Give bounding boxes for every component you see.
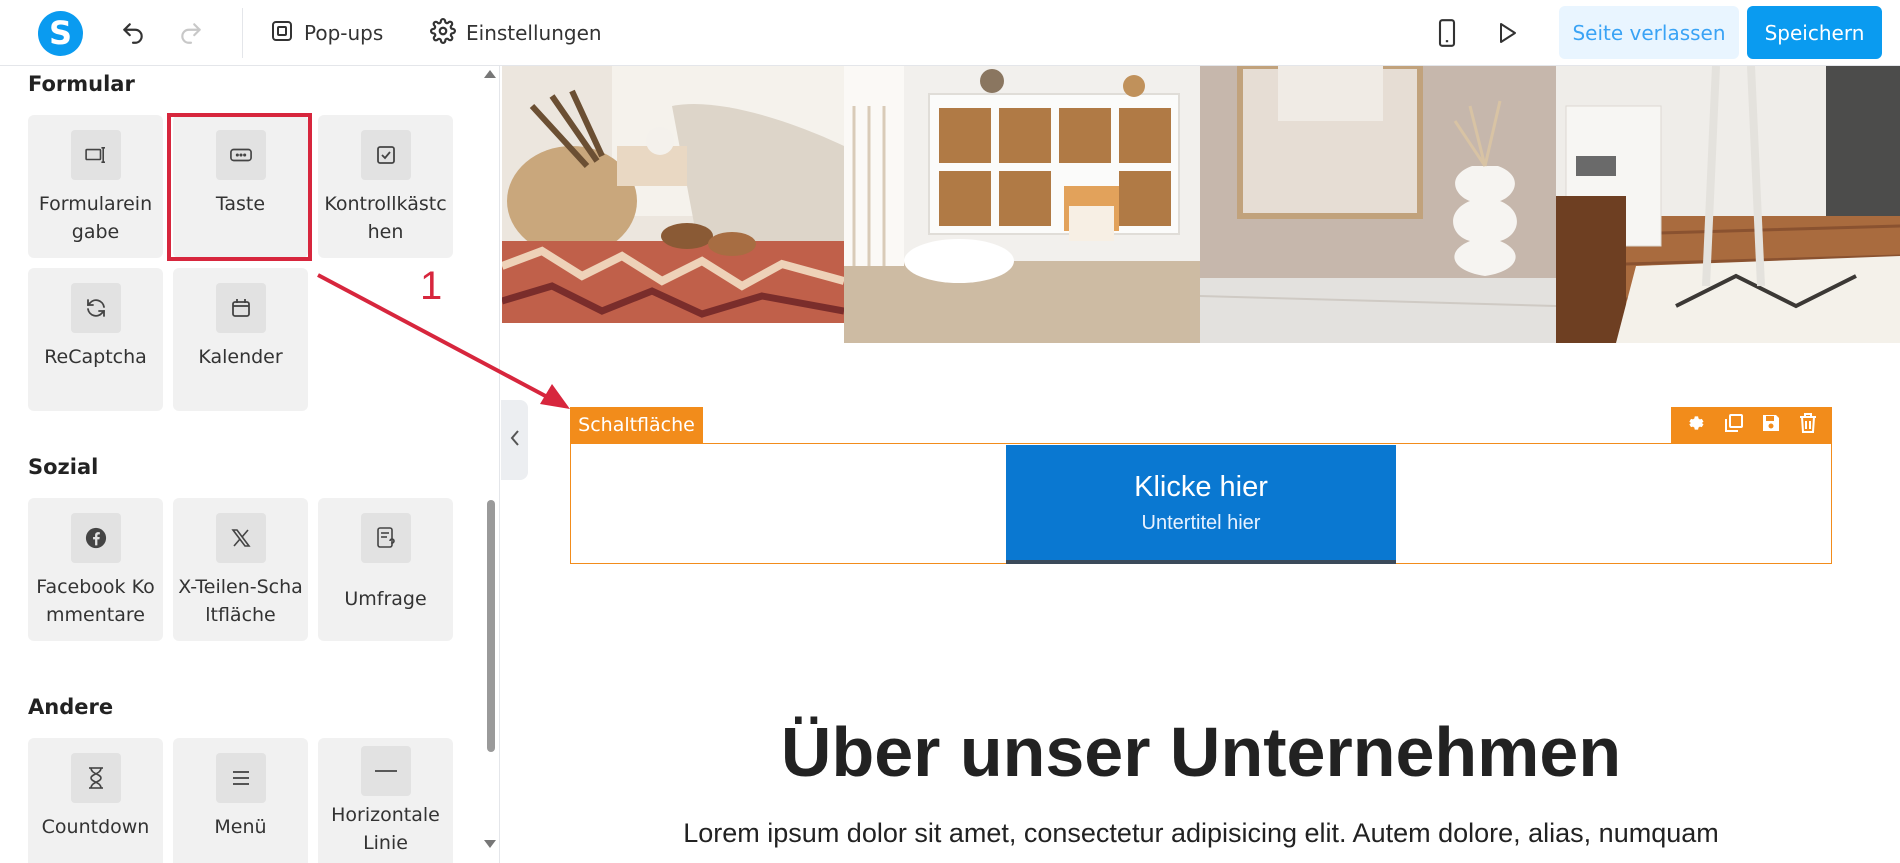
- annotation-arrow: [317, 273, 570, 409]
- annotation-number: 1: [420, 264, 443, 308]
